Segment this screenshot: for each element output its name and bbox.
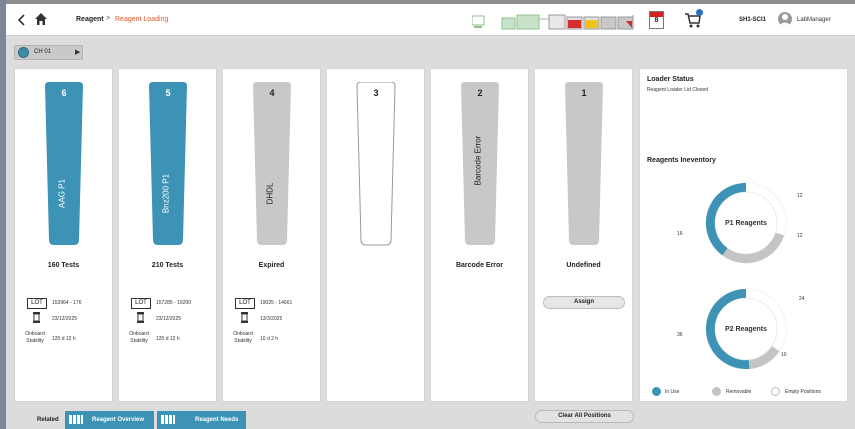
breadcrumb-current: Reagent Loading (115, 16, 169, 23)
lot-tag: LOT (131, 298, 151, 309)
reagent-name: Bnz200 P1 (161, 173, 171, 214)
position-number: 6 (61, 88, 67, 98)
reagent-name: Barcode Error (473, 135, 483, 186)
reagent-overview-button[interactable]: Reagent Overview (65, 411, 154, 429)
onboard-stability-label: Onboard Stability (233, 331, 253, 344)
position-number: 4 (269, 88, 275, 98)
loader-status-title: Loader Status (647, 76, 694, 83)
reagent-overview-label: Reagent Overview (92, 417, 145, 423)
clear-all-positions-button[interactable]: Clear All Positions (535, 410, 634, 423)
lot-tag: LOT (27, 298, 47, 309)
position-status: Expired (258, 262, 285, 269)
expiry-date: 13/3/2025 (260, 316, 283, 322)
position-card-3[interactable]: 3 (326, 68, 425, 402)
p2-in-use-count: 36 (677, 332, 683, 338)
p1-removable-count: 12 (797, 233, 803, 239)
system-name: SH1-SCI1 (739, 17, 767, 23)
window-left-edge (0, 0, 6, 429)
p1-empty-count: 12 (797, 193, 803, 199)
donut-center-label: P2 Reagents (725, 326, 767, 333)
shopping-cart-icon[interactable] (684, 9, 704, 29)
hourglass-icon (241, 312, 248, 323)
breadcrumb-separator: > (106, 15, 111, 22)
inventory-title: Reagents Ineventory (647, 157, 716, 164)
lot-range: 153964 - 176 (52, 300, 82, 306)
position-number: 2 (477, 88, 483, 98)
play-arrow-icon: ▶ (75, 49, 81, 56)
p2-removable-count: 10 (781, 352, 787, 358)
onboard-stability-value: 120 d 12 h (156, 336, 180, 342)
calendar-icon[interactable]: 8 (649, 11, 664, 29)
position-status: 210 Tests (151, 262, 184, 269)
lot-tag: LOT (235, 298, 255, 309)
onboard-stability-value: 120 d 12 h (52, 336, 76, 342)
assign-button[interactable]: Assign (543, 296, 625, 309)
reagent-bottles-icon (69, 415, 83, 424)
breadcrumb-parent[interactable]: Reagent (76, 16, 104, 23)
lot-range: 157285 - 19200 (156, 300, 192, 306)
legend-removable: Removable (726, 389, 752, 395)
user-avatar-icon[interactable] (778, 12, 792, 26)
loader-status-text: Reagent Loader Lid Closed (647, 87, 708, 93)
legend-empty: Empty Positions (785, 389, 821, 395)
position-card-2[interactable]: 2 Barcode Error Barcode Error (430, 68, 529, 402)
legend-swatch-in-use (652, 387, 661, 396)
position-status: Barcode Error (455, 262, 504, 269)
hourglass-icon (137, 312, 144, 323)
p2-reagents-donut[interactable]: P2 Reagents (698, 281, 794, 377)
legend-swatch-empty (771, 387, 780, 396)
user-name[interactable]: LabManager (797, 17, 831, 23)
position-number: 3 (373, 88, 379, 98)
reagent-bottles-icon (161, 415, 175, 424)
p1-in-use-count: 16 (677, 231, 683, 237)
channel-globe-icon (18, 47, 29, 58)
calendar-day: 8 (654, 17, 659, 24)
position-number: 1 (581, 88, 587, 98)
app-header: Reagent > Reagent Loading 8 SH1-SCI1 Lab… (6, 4, 855, 36)
legend-swatch-removable (712, 387, 721, 396)
expiry-date: 23/12/2025 (156, 316, 182, 322)
legend-in-use: In Use (665, 389, 680, 395)
onboard-stability-value: 10 d 2 h (260, 336, 279, 342)
position-status: Undefined (566, 262, 601, 269)
position-card-4[interactable]: 4 DHDL Expired LOT 19025 - 14661 13/3/20… (222, 68, 321, 402)
position-card-1[interactable]: 1 Undefined Assign (534, 68, 633, 402)
status-panel: Loader Status Reagent Loader Lid Closed … (639, 68, 848, 402)
position-status: 160 Tests (47, 262, 80, 269)
related-label: Related (37, 417, 59, 423)
position-card-5[interactable]: 5 Bnz200 P1 210 Tests LOT 157285 - 19200… (118, 68, 217, 402)
onboard-stability-label: Onboard Stability (129, 331, 149, 344)
reagent-name: AAG P1 (57, 179, 67, 208)
reagent-needs-label: Reagent Needs (195, 417, 239, 423)
cart-badge (696, 9, 703, 16)
expiry-date: 23/12/2025 (52, 316, 78, 322)
position-number: 5 (165, 88, 171, 98)
hourglass-icon (33, 312, 40, 323)
channel-label: CH 01 (34, 49, 52, 55)
onboard-stability-label: Onboard Stability (25, 331, 45, 344)
position-card-6[interactable]: 6 AAG P1 160 Tests LOT 153964 - 176 23/1… (14, 68, 113, 402)
reagent-name: DHDL (265, 182, 275, 205)
channel-selector[interactable]: CH 01 ▶ (14, 45, 83, 60)
back-chevron-icon[interactable] (16, 13, 28, 27)
lot-range: 19025 - 14661 (260, 300, 293, 306)
home-icon[interactable] (34, 12, 48, 26)
donut-center-label: P1 Reagents (725, 220, 767, 227)
p1-reagents-donut[interactable]: P1 Reagents (698, 175, 794, 271)
p2-empty-count: 24 (799, 296, 805, 302)
reagent-needs-button[interactable]: Reagent Needs (157, 411, 246, 429)
